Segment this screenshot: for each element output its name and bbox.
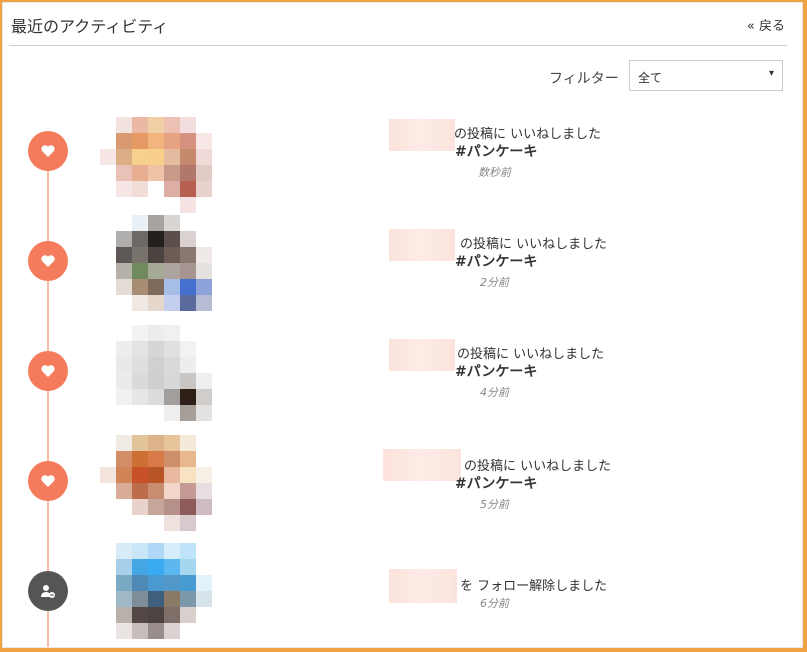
activity-item: の投稿に いいねしました #パンケーキ 5分前 (3, 435, 802, 553)
heart-icon (28, 461, 68, 501)
activity-action: の投稿に いいねしました (454, 127, 602, 142)
page-title: 最近のアクティビティ (11, 17, 169, 36)
back-link[interactable]: « 戻る (747, 15, 785, 34)
activity-time: 6分前 (480, 597, 509, 610)
post-thumbnail[interactable] (100, 541, 214, 647)
activity-item: を フォロー解除しました 6分前 (3, 543, 802, 647)
user-name[interactable] (389, 119, 455, 151)
post-thumbnail[interactable] (100, 323, 214, 435)
activity-action: の投稿に いいねしました (457, 347, 605, 362)
activity-panel: 最近のアクティビティ « 戻る フィルター 全て ▾ の投稿に いいねしました … (2, 2, 803, 648)
hashtag-link[interactable]: #パンケーキ (455, 141, 537, 161)
filter-selected-value: 全て (638, 71, 663, 85)
activity-action: の投稿に いいねしました (464, 459, 612, 474)
post-thumbnail[interactable] (100, 433, 214, 545)
heart-icon (28, 241, 68, 281)
filter-select[interactable]: 全て ▾ (629, 60, 783, 91)
hashtag-link[interactable]: #パンケーキ (455, 251, 537, 271)
activity-action: の投稿に いいねしました (460, 237, 608, 252)
activity-time: 5分前 (480, 498, 509, 511)
hashtag-link[interactable]: #パンケーキ (455, 361, 537, 381)
user-name[interactable] (383, 449, 461, 481)
activity-action: を フォロー解除しました (460, 579, 608, 594)
user-name[interactable] (389, 339, 455, 371)
activity-item: の投稿に いいねしました #パンケーキ 数秒前 (3, 113, 802, 225)
heart-icon (28, 351, 68, 391)
activity-time: 2分前 (480, 276, 509, 289)
activity-item: の投稿に いいねしました #パンケーキ 2分前 (3, 215, 802, 333)
heart-icon (28, 131, 68, 171)
post-thumbnail[interactable] (100, 213, 214, 325)
activity-time: 数秒前 (478, 166, 511, 179)
user-minus-icon (28, 571, 68, 611)
post-thumbnail[interactable] (100, 113, 214, 225)
activity-time: 4分前 (480, 386, 509, 399)
activity-item: の投稿に いいねしました #パンケーキ 4分前 (3, 325, 802, 443)
panel-header: 最近のアクティビティ « 戻る (9, 3, 787, 46)
user-name[interactable] (389, 569, 457, 603)
filter-label: フィルター (549, 71, 619, 87)
hashtag-link[interactable]: #パンケーキ (455, 473, 537, 493)
caret-down-icon: ▾ (768, 68, 774, 79)
user-name[interactable] (389, 229, 455, 261)
